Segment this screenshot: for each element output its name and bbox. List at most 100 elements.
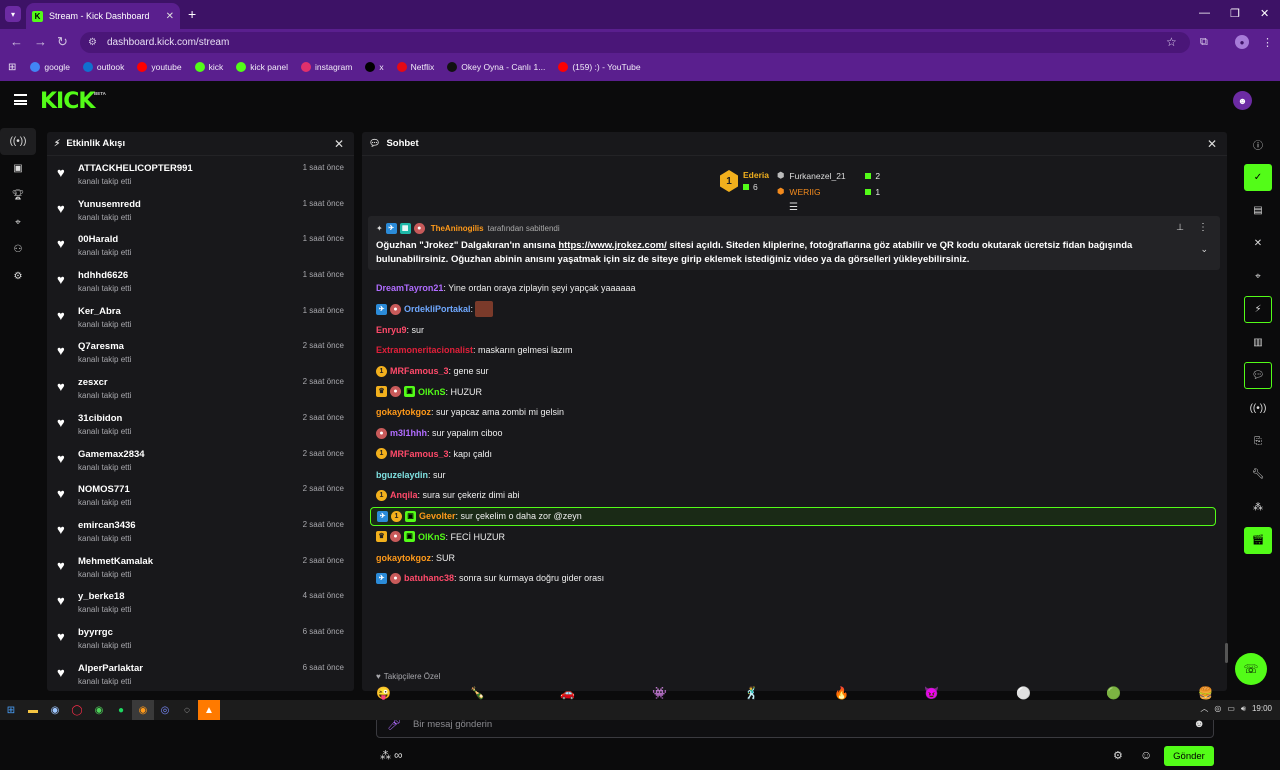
emote-icon[interactable]: 🚗 [560, 686, 575, 700]
activity-event[interactable]: ♥ ATTACKHELICOPTER991 kanalı takip etti 1 s… [47, 156, 354, 192]
chat-message[interactable]: ♛ ● ▣ OlKnS: HUZUR [376, 381, 1216, 402]
stream-icon[interactable]: ((•)) [0, 128, 36, 155]
tab-close-icon[interactable]: ✕ [166, 11, 174, 22]
chat-username[interactable]: bguzelaydin [376, 470, 428, 480]
kick-logo[interactable]: KICK [40, 89, 95, 114]
chat-message[interactable]: ✈ ● batuhanc38: sonra sur kurmaya doğru gi… [376, 568, 1216, 589]
tools-icon[interactable]: ⎘ [1244, 428, 1272, 455]
url-input[interactable]: ⚙ dashboard.kick.com/stream [80, 32, 1190, 53]
bookmark-1[interactable]: outlook [82, 62, 124, 72]
opera-icon[interactable]: ◯ [66, 700, 88, 720]
broadcast-icon[interactable]: ((•)) [1244, 395, 1272, 422]
obs-icon[interactable]: ▲ [198, 700, 220, 720]
volume-icon[interactable]: 🔊︎ [1241, 704, 1246, 714]
chrome-active-icon[interactable]: ◉ [132, 700, 154, 720]
spotify-icon[interactable]: ● [110, 700, 132, 720]
chat-message[interactable]: Enryu9: sur [376, 319, 1216, 340]
profile-avatar[interactable]: ● [1235, 35, 1249, 49]
bookmark-8[interactable]: Okey Oyna - Canlı 1... [447, 62, 545, 72]
new-tab-icon[interactable]: + [188, 6, 196, 22]
pinned-author[interactable]: TheAninogilis [431, 224, 484, 233]
points-icon[interactable]: ⁂ [1244, 494, 1272, 521]
unpin-icon[interactable]: ⊥ [1176, 222, 1184, 233]
settings-icon[interactable]: ⚙ [0, 263, 36, 290]
site-info-icon[interactable]: ⚙ [88, 37, 99, 48]
expand-leaderboard-icon[interactable]: ☰ [789, 202, 798, 213]
activity-event[interactable]: ♥ Gamemax2834 kanalı takip etti 2 saat önce [47, 442, 354, 478]
chat-settings-icon[interactable]: ⚙ [1113, 749, 1123, 762]
chat-message[interactable]: 1 MRFamous_3: kapı çaldı [376, 444, 1216, 465]
bookmark-9[interactable]: (159) :) - YouTube [558, 62, 641, 72]
chat-scrollbar[interactable] [1225, 643, 1228, 663]
user-avatar[interactable]: ☻ [1233, 91, 1252, 110]
activity-event[interactable]: ♥ MehmetKamalak kanalı takip etti 2 saat ön… [47, 549, 354, 585]
chat-message[interactable]: Extramoneritacionalist: maskarın gelmesi… [376, 340, 1216, 361]
chat-username[interactable]: MRFamous_3 [390, 366, 449, 376]
app-icon[interactable]: ◎ [154, 700, 176, 720]
emote-icon[interactable]: 😈 [924, 686, 939, 700]
bookmark-star-icon[interactable]: ☆ [1166, 35, 1177, 49]
forward-icon[interactable]: → [34, 34, 47, 49]
chat-username[interactable]: Extramoneritacionalist [376, 345, 473, 355]
clapperboard-icon[interactable]: 🎬︎ [1244, 527, 1272, 554]
notes-icon[interactable]: ▥ [1244, 329, 1272, 356]
target-icon[interactable]: ⌖ [0, 209, 36, 236]
users-icon[interactable]: ⚇ [0, 236, 36, 263]
tray-app-icon[interactable]: ◎ [1214, 704, 1221, 713]
chat-username[interactable]: batuhanc38 [404, 573, 454, 583]
bookmark-2[interactable]: youtube [137, 62, 182, 72]
chat-message[interactable]: gokaytokgoz: SUR [376, 547, 1216, 568]
layout-icon[interactable]: ▤ [1244, 197, 1272, 224]
bolt-icon[interactable]: ⚡︎ [1244, 296, 1272, 323]
minimize-icon[interactable]: — [1199, 7, 1210, 19]
emote-menu-icon[interactable]: ☺ [1140, 748, 1152, 762]
emote-icon[interactable]: 🕺 [744, 686, 759, 700]
steam-icon[interactable]: ◉ [44, 700, 66, 720]
activity-event[interactable]: ♥ zesxcr kanalı takip etti 2 saat önce [47, 370, 354, 406]
emote-icon[interactable]: 🍔 [1198, 686, 1213, 700]
activity-event[interactable]: ♥ NOMOS771 kanalı takip etti 2 saat önce [47, 477, 354, 513]
apps-grid-icon[interactable]: ⊞ [8, 62, 16, 73]
back-icon[interactable]: ← [10, 34, 23, 49]
support-button[interactable]: ☏ [1235, 653, 1267, 685]
chrome-icon[interactable]: ◉ [88, 700, 110, 720]
chat-username[interactable]: m3l1hhh [390, 428, 427, 438]
chat-message[interactable]: ♛ ● ▣ OlKnS: FECİ HUZUR [376, 527, 1216, 548]
activity-event[interactable]: ♥ hdhhd6626 kanalı takip etti 1 saat önce [47, 263, 354, 299]
tab-search-icon[interactable]: ▾ [5, 6, 21, 22]
wrench-icon[interactable]: 🔧︎ [1244, 461, 1272, 488]
pinned-expand-icon[interactable]: ⌄ [1200, 244, 1208, 255]
activity-event[interactable]: ♥ Q7aresma kanalı takip etti 2 saat önce [47, 334, 354, 370]
activity-event[interactable]: ♥ 00Harald kanalı takip etti 1 saat önce [47, 227, 354, 263]
analytics-icon[interactable]: ▣ [0, 155, 36, 182]
bookmark-6[interactable]: x [365, 62, 384, 72]
activity-event[interactable]: ♥ AlperParlaktar kanalı takip etti 6 saat ö… [47, 656, 354, 691]
chat-close-icon[interactable]: ✕ [1207, 137, 1217, 151]
bookmark-3[interactable]: kick [194, 62, 223, 72]
activity-event[interactable]: ♥ emircan3436 kanalı takip etti 2 saat önce [47, 513, 354, 549]
emote-icon[interactable]: ⚪ [1016, 686, 1031, 700]
pinned-link[interactable]: https://www.jrokez.com/ [558, 240, 666, 251]
chat-message[interactable]: 1 Anqila: sura sur çekeriz dimi abi [376, 485, 1216, 506]
leaderboard-second[interactable]: ⬢ Furkanezel_21 2 [777, 170, 880, 181]
close-icon[interactable]: ✕ [1244, 230, 1272, 257]
emote-icon[interactable]: 👾 [652, 686, 667, 700]
tab-active[interactable]: K Stream - Kick Dashboard ✕ [26, 3, 180, 29]
activity-event[interactable]: ♥ 31cibidon kanalı takip etti 2 saat önce [47, 406, 354, 442]
emote-icon[interactable]: 😜 [376, 686, 391, 700]
chat-username[interactable]: gokaytokgoz [376, 407, 431, 417]
emote-icon[interactable]: 🟢 [1106, 686, 1121, 700]
file-explorer-icon[interactable]: ▬ [22, 700, 44, 720]
activity-event[interactable]: ♥ y_berke18 kanalı takip etti 4 saat önce [47, 584, 354, 620]
restore-icon[interactable]: ❐ [1230, 7, 1240, 20]
chat-username[interactable]: Gevolter [419, 511, 456, 521]
target-icon[interactable]: ⌖ [1244, 263, 1272, 290]
start-icon[interactable]: ⊞ [0, 700, 22, 720]
network-icon[interactable]: ▭ [1227, 704, 1235, 713]
bookmark-4[interactable]: kick panel [236, 62, 288, 72]
extensions-icon[interactable]: ⧉ [1200, 36, 1208, 49]
emote-icon[interactable]: 🍾 [470, 686, 485, 700]
bookmark-7[interactable]: Netflix [396, 62, 434, 72]
activity-event[interactable]: ♥ Ker_Abra kanalı takip etti 1 saat önce [47, 299, 354, 335]
chat-username[interactable]: Enryu9 [376, 325, 407, 335]
